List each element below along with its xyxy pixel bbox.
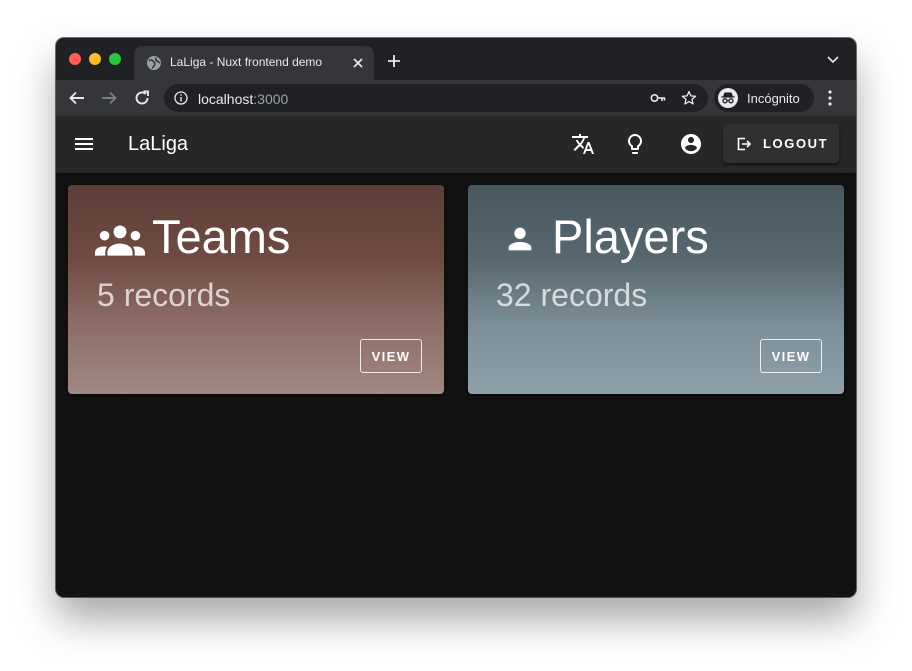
translate-icon[interactable] bbox=[571, 132, 595, 156]
tab-title: LaLiga - Nuxt frontend demo bbox=[170, 55, 323, 69]
view-players-button[interactable]: VIEW bbox=[760, 339, 822, 373]
chevron-down-icon[interactable] bbox=[826, 55, 840, 65]
incognito-icon bbox=[718, 88, 738, 108]
browser-tab-active[interactable]: LaLiga - Nuxt frontend demo bbox=[134, 46, 374, 80]
incognito-profile-button[interactable]: Incógnito bbox=[714, 84, 814, 112]
card-records-count: 32 records bbox=[496, 277, 648, 313]
minimize-window-button[interactable] bbox=[89, 53, 101, 65]
logout-label: LOGOUT bbox=[763, 136, 829, 151]
url-port: :3000 bbox=[253, 91, 289, 107]
info-icon[interactable] bbox=[174, 91, 188, 105]
new-tab-icon[interactable] bbox=[386, 53, 402, 69]
close-window-button[interactable] bbox=[69, 53, 81, 65]
url-host: localhost bbox=[198, 91, 254, 107]
logout-button[interactable]: LOGOUT bbox=[723, 124, 839, 163]
view-teams-button[interactable]: VIEW bbox=[360, 339, 422, 373]
players-card: Players 32 records VIEW bbox=[468, 185, 844, 394]
account-circle-icon[interactable] bbox=[679, 132, 703, 156]
forward-arrow-icon[interactable] bbox=[100, 89, 118, 107]
key-icon[interactable] bbox=[650, 91, 666, 105]
account-icon bbox=[508, 227, 532, 251]
lightbulb-icon[interactable] bbox=[623, 132, 647, 156]
card-records-count: 5 records bbox=[97, 277, 231, 313]
logout-icon bbox=[737, 137, 752, 151]
more-vert-icon[interactable] bbox=[828, 90, 832, 106]
browser-toolbar: localhost:3000 Incógnito bbox=[56, 80, 856, 116]
account-group-icon bbox=[95, 225, 145, 256]
menu-icon[interactable] bbox=[73, 134, 95, 154]
back-arrow-icon[interactable] bbox=[68, 89, 86, 107]
address-url[interactable]: localhost:3000 bbox=[198, 91, 288, 107]
incognito-label: Incógnito bbox=[747, 91, 800, 106]
tab-strip: LaLiga - Nuxt frontend demo bbox=[56, 38, 856, 80]
maximize-window-button[interactable] bbox=[109, 53, 121, 65]
address-bar[interactable]: localhost:3000 bbox=[164, 84, 708, 112]
globe-icon bbox=[147, 56, 161, 70]
teams-card: Teams 5 records VIEW bbox=[68, 185, 444, 394]
close-tab-icon[interactable] bbox=[350, 55, 366, 71]
card-title: Players bbox=[552, 210, 709, 263]
reload-icon[interactable] bbox=[133, 89, 151, 107]
app-title: LaLiga bbox=[128, 133, 189, 155]
app-bar: LaLiga LOGOUT bbox=[56, 116, 856, 173]
card-title: Teams bbox=[152, 210, 291, 263]
bookmark-star-icon[interactable] bbox=[681, 90, 697, 106]
browser-window: LaLiga - Nuxt frontend demo localhost:30… bbox=[56, 38, 856, 597]
